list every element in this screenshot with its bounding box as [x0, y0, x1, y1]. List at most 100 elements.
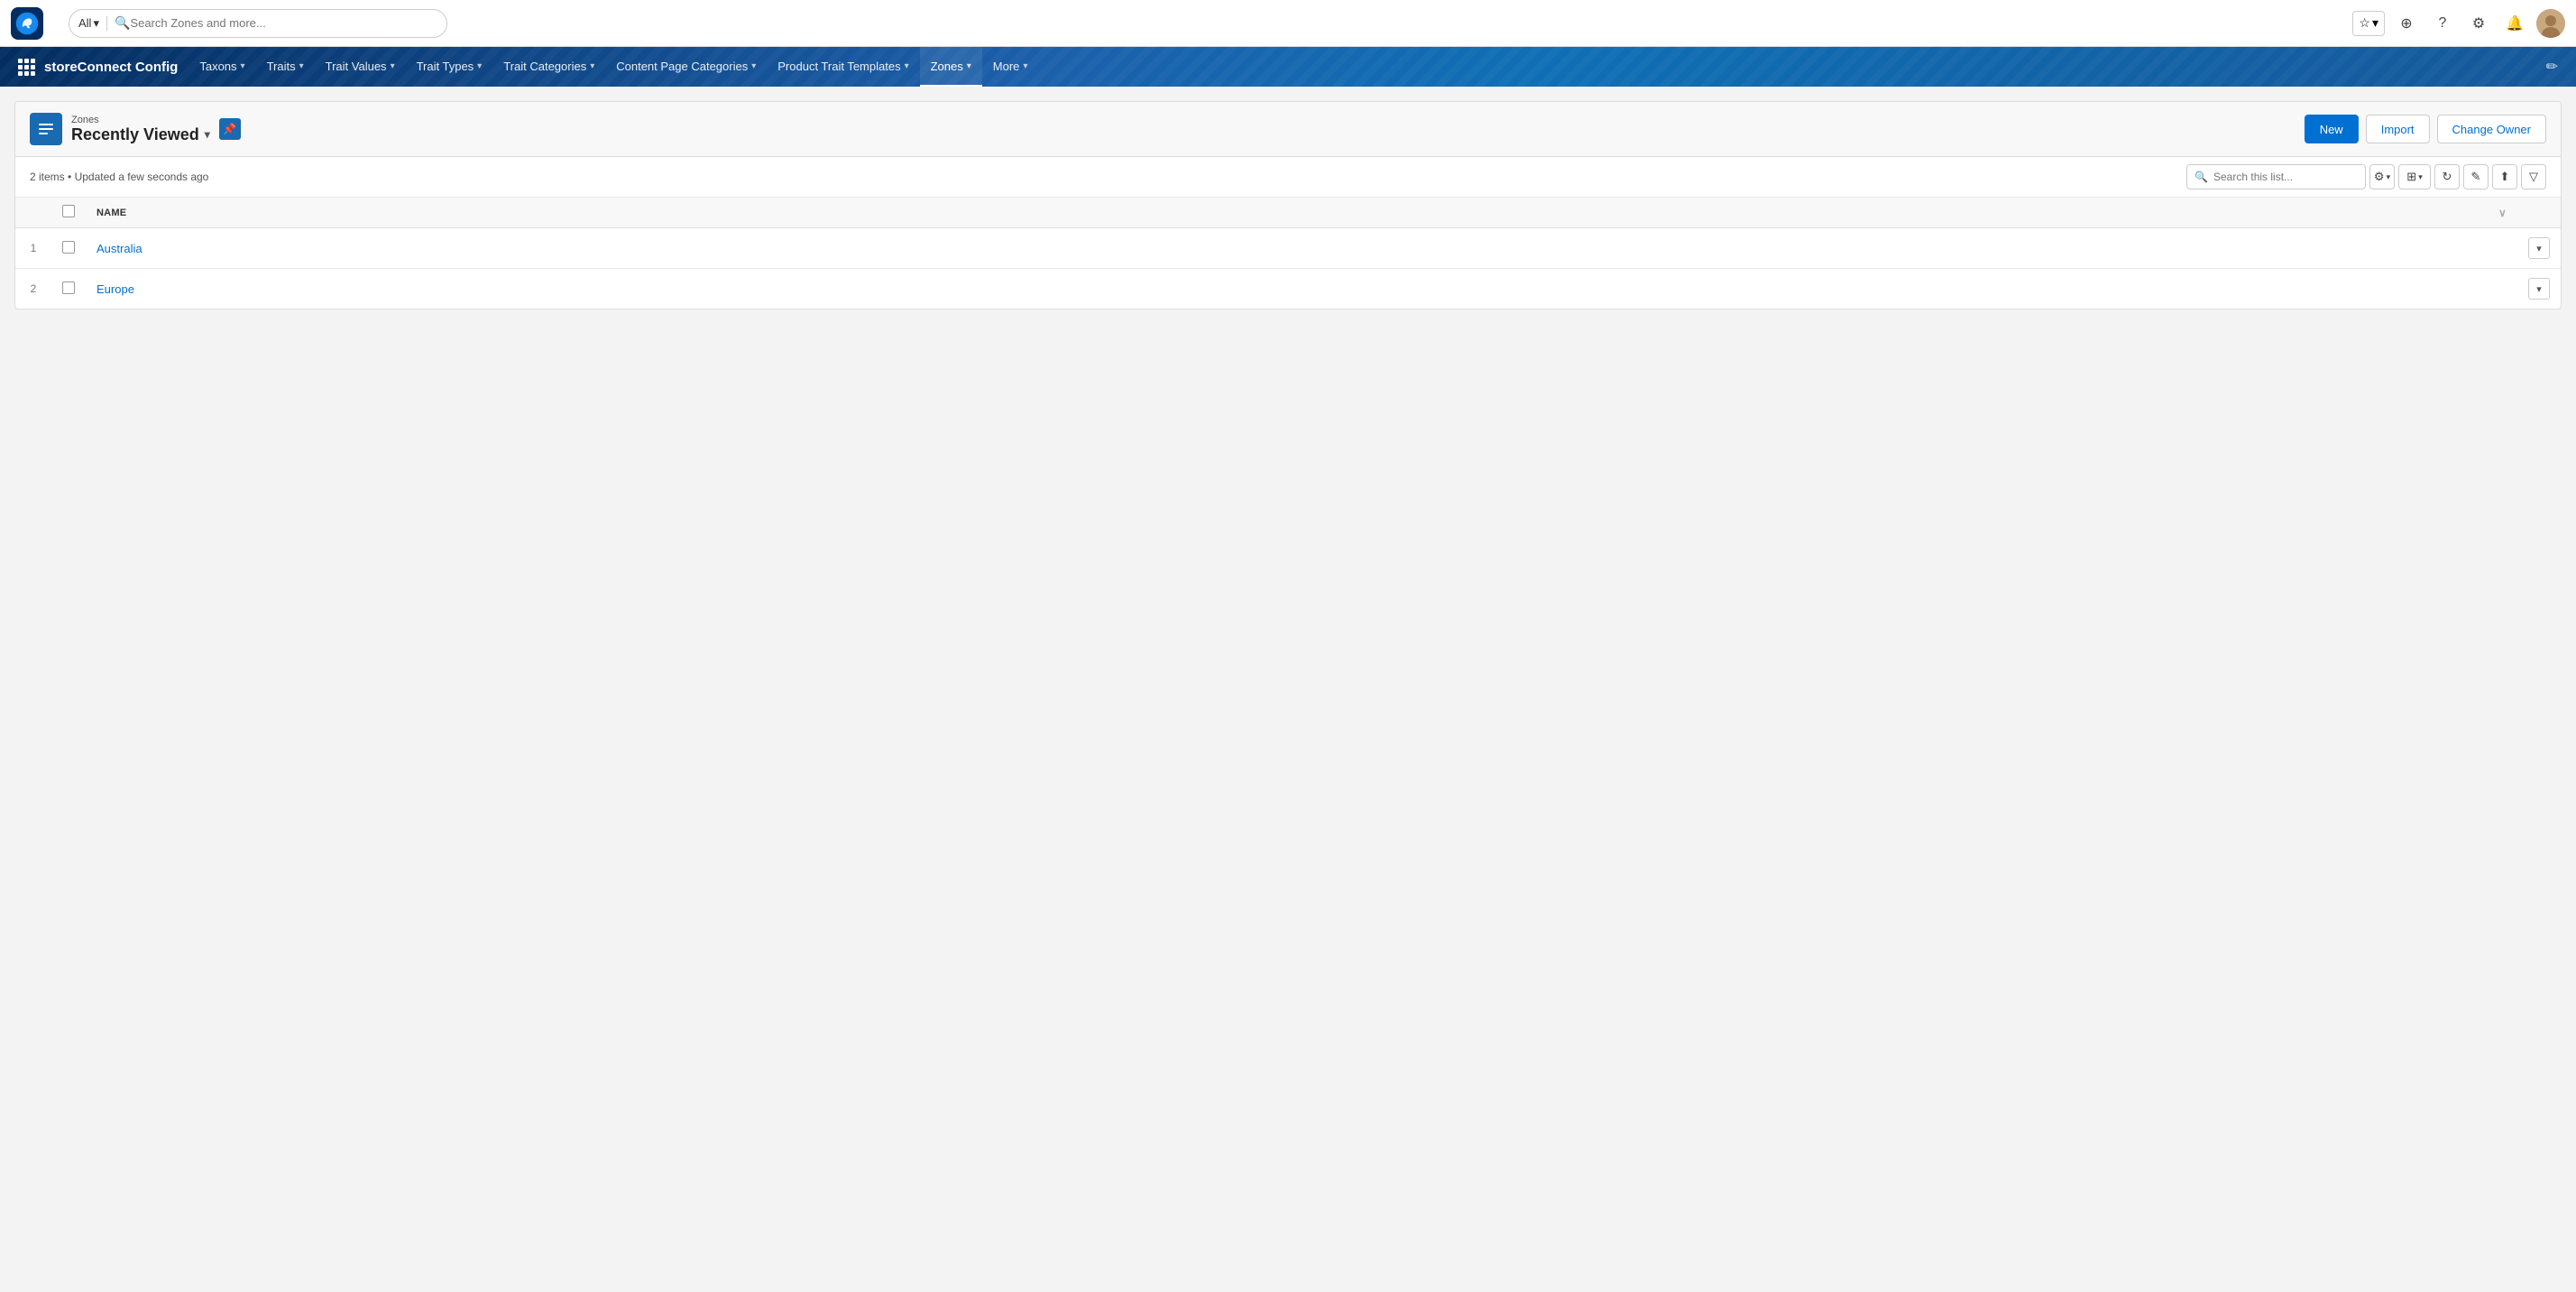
favorites-chevron-icon: ▾ [2372, 15, 2378, 31]
nav-chevron-trait-types: ▾ [477, 61, 482, 71]
row-checkbox-cell[interactable] [51, 228, 86, 269]
nav-item-taxons[interactable]: Taxons ▾ [189, 47, 255, 87]
list-info: 2 items • Updated a few seconds ago [30, 171, 208, 183]
nav-item-zones[interactable]: Zones ▾ [920, 47, 982, 87]
bell-icon: 🔔 [2506, 14, 2524, 32]
display-action-button[interactable]: ⊞ ▾ [2398, 164, 2431, 189]
nav-chevron-content-page-categories: ▾ [751, 61, 756, 71]
search-icon: 🔍 [115, 15, 130, 31]
row-link-europe[interactable]: Europe [97, 282, 134, 296]
help-button[interactable]: ? [2428, 9, 2457, 38]
settings-dropdown-icon: ▾ [2387, 172, 2391, 182]
view-name-chevron-icon: ▾ [205, 128, 210, 141]
col-actions-header [2517, 198, 2561, 228]
filter-up-icon: ⬆ [2500, 170, 2510, 184]
row-checkbox-cell[interactable] [51, 269, 86, 309]
row-action-cell[interactable]: ▾ [2517, 269, 2561, 309]
row-action-cell[interactable]: ▾ [2517, 228, 2561, 269]
select-all-checkbox[interactable] [62, 205, 75, 217]
filter-up-button[interactable]: ⬆ [2492, 164, 2517, 189]
table-row: 2 Europe ▾ [15, 269, 2561, 309]
nav-item-traits[interactable]: Traits ▾ [256, 47, 315, 87]
nav-label-trait-values: Trait Values [326, 60, 387, 73]
display-dropdown-icon: ▾ [2418, 172, 2423, 182]
row-number: 1 [15, 228, 51, 269]
pin-icon: 📌 [223, 123, 236, 135]
row-link-australia[interactable]: Australia [97, 242, 143, 255]
navbar-edit[interactable]: ✏ [2535, 47, 2569, 87]
list-title-area: Zones Recently Viewed ▾ [71, 115, 210, 144]
search-scope-chevron-icon: ▾ [93, 16, 99, 31]
new-button[interactable]: New [2305, 115, 2359, 143]
list-view-selector[interactable]: Recently Viewed ▾ [71, 125, 210, 144]
add-button[interactable]: ⊕ [2392, 9, 2421, 38]
list-panel: Zones Recently Viewed ▾ 📌 New Import Cha… [14, 101, 2562, 309]
nav-item-trait-categories[interactable]: Trait Categories ▾ [492, 47, 605, 87]
nav-chevron-trait-values: ▾ [391, 61, 395, 71]
row-name-cell: Australia [86, 228, 2517, 269]
list-search-input[interactable] [2213, 171, 2358, 183]
row-action-button-2[interactable]: ▾ [2528, 278, 2550, 300]
list-header-right: New Import Change Owner [2305, 115, 2546, 143]
edit-icon: ✎ [2471, 170, 2481, 184]
filter-icon: ▽ [2529, 170, 2538, 184]
nav-label-product-trait-templates: Product Trait Templates [777, 60, 900, 73]
list-search[interactable]: 🔍 [2186, 164, 2366, 189]
help-icon: ? [2439, 15, 2447, 32]
favorites-button[interactable]: ☆ ▾ [2352, 11, 2385, 36]
navbar-items: Taxons ▾ Traits ▾ Trait Values ▾ Trait T… [189, 47, 1038, 87]
edit-columns-button[interactable]: ✎ [2463, 164, 2489, 189]
row-action-chevron-icon: ▾ [2536, 283, 2542, 295]
settings-icon: ⚙ [2374, 170, 2385, 184]
nav-chevron-trait-categories: ▾ [590, 61, 594, 71]
name-sort-header: Name ∨ [97, 207, 2507, 219]
nav-item-trait-values[interactable]: Trait Values ▾ [315, 47, 406, 87]
global-search[interactable]: All ▾ 🔍 [69, 9, 447, 38]
row-name-cell: Europe [86, 269, 2517, 309]
table-row: 1 Australia ▾ [15, 228, 2561, 269]
avatar[interactable] [2536, 9, 2565, 38]
search-scope-selector[interactable]: All ▾ [78, 16, 107, 31]
notifications-button[interactable]: 🔔 [2500, 9, 2529, 38]
nav-item-more[interactable]: More ▾ [982, 47, 1039, 87]
pin-button[interactable]: 📌 [219, 118, 241, 140]
row-action-button-1[interactable]: ▾ [2528, 237, 2550, 259]
col-name-header[interactable]: Name ∨ [86, 198, 2517, 228]
nav-chevron-product-trait-templates: ▾ [905, 61, 909, 71]
list-section-icon [30, 113, 62, 145]
row-checkbox-1[interactable] [62, 241, 75, 254]
view-name-label: Recently Viewed [71, 125, 199, 144]
nav-item-trait-types[interactable]: Trait Types ▾ [406, 47, 493, 87]
table-header-row: Name ∨ [15, 198, 2561, 228]
setup-button[interactable]: ⚙ [2464, 9, 2493, 38]
settings-action-button[interactable]: ⚙ ▾ [2369, 164, 2395, 189]
topbar: All ▾ 🔍 ☆ ▾ ⊕ ? ⚙ 🔔 [0, 0, 2576, 47]
topbar-right-actions: ☆ ▾ ⊕ ? ⚙ 🔔 [2352, 9, 2565, 38]
refresh-button[interactable]: ↻ [2434, 164, 2460, 189]
nav-chevron-traits: ▾ [299, 61, 304, 71]
navbar: storeConnect Config Taxons ▾ Traits ▾ Tr… [0, 47, 2576, 87]
table-icon: ⊞ [2406, 170, 2416, 184]
nav-label-taxons: Taxons [199, 60, 236, 73]
row-checkbox-2[interactable] [62, 281, 75, 294]
nav-chevron-more: ▾ [1023, 61, 1027, 71]
search-input[interactable] [130, 16, 437, 30]
nav-item-content-page-categories[interactable]: Content Page Categories ▾ [605, 47, 767, 87]
filter-button[interactable]: ▽ [2521, 164, 2546, 189]
gear-icon: ⚙ [2472, 14, 2485, 32]
name-col-label: Name [97, 208, 126, 218]
nav-item-product-trait-templates[interactable]: Product Trait Templates ▾ [767, 47, 919, 87]
app-logo[interactable] [11, 7, 43, 40]
grid-icon [18, 59, 35, 76]
nav-label-traits: Traits [267, 60, 296, 73]
import-button[interactable]: Import [2366, 115, 2430, 143]
nav-label-content-page-categories: Content Page Categories [616, 60, 748, 73]
star-icon: ☆ [2359, 15, 2370, 31]
main-content: Zones Recently Viewed ▾ 📌 New Import Cha… [0, 87, 2576, 1292]
nav-chevron-zones: ▾ [967, 61, 971, 71]
pencil-icon: ✏ [2546, 58, 2558, 76]
nav-chevron-taxons: ▾ [241, 61, 245, 71]
col-checkbox-header[interactable] [51, 198, 86, 228]
change-owner-button[interactable]: Change Owner [2437, 115, 2546, 143]
search-scope-label: All [78, 16, 91, 30]
